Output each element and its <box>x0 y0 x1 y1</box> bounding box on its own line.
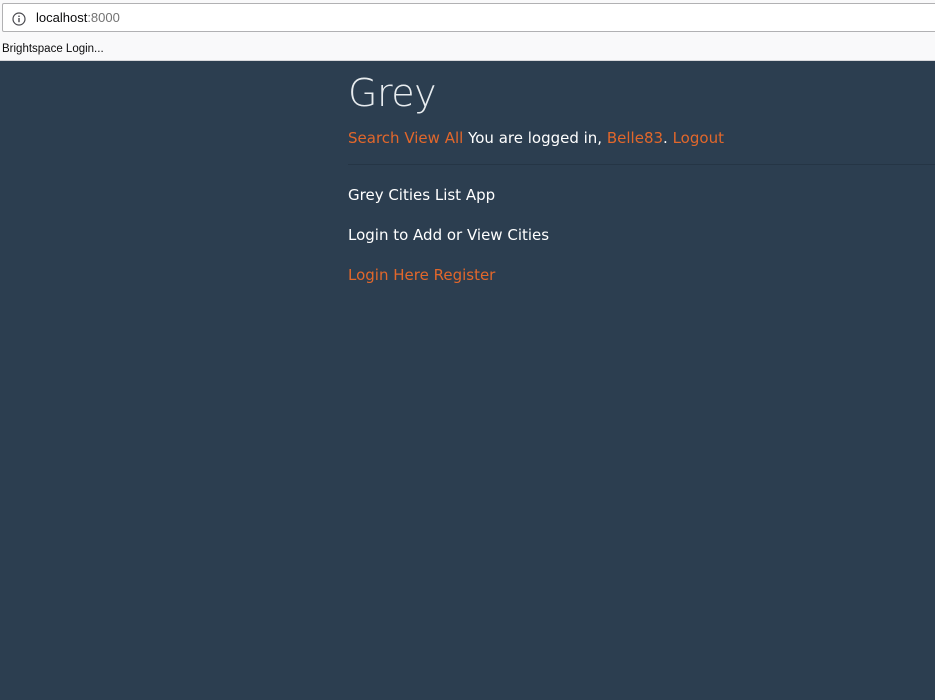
auth-links: Login Here Register <box>348 266 549 285</box>
browser-chrome: localhost:8000 Brightspace Login... <box>0 0 935 61</box>
url-text[interactable]: localhost:8000 <box>36 10 120 25</box>
login-prompt: Login to Add or View Cities <box>348 226 550 244</box>
bookmarks-bar: Brightspace Login... <box>2 41 104 57</box>
view-all-link[interactable]: View All <box>404 129 463 147</box>
url-port: :8000 <box>87 10 120 25</box>
logout-link[interactable]: Logout <box>673 129 724 147</box>
nav-bar: Search View All You are logged in, Belle… <box>348 129 724 147</box>
url-host: localhost <box>36 10 88 25</box>
register-link[interactable]: Register <box>434 266 496 284</box>
page-body: Grey Search View All You are logged in, … <box>0 61 935 700</box>
info-icon[interactable] <box>12 11 26 26</box>
logged-in-text: You are logged in, <box>468 129 603 147</box>
header-divider <box>348 164 935 165</box>
login-here-link[interactable]: Login Here <box>348 266 429 284</box>
url-bar[interactable]: localhost:8000 <box>2 3 935 32</box>
site-title: Grey <box>348 71 437 115</box>
username-link[interactable]: Belle83 <box>607 129 663 147</box>
search-link[interactable]: Search <box>348 129 400 147</box>
bookmark-brightspace-login[interactable]: Brightspace Login... <box>2 43 104 55</box>
period-text: . <box>663 129 668 147</box>
main-content: Grey Cities List App Login to Add or Vie… <box>348 186 549 306</box>
app-description: Grey Cities List App <box>348 186 496 204</box>
